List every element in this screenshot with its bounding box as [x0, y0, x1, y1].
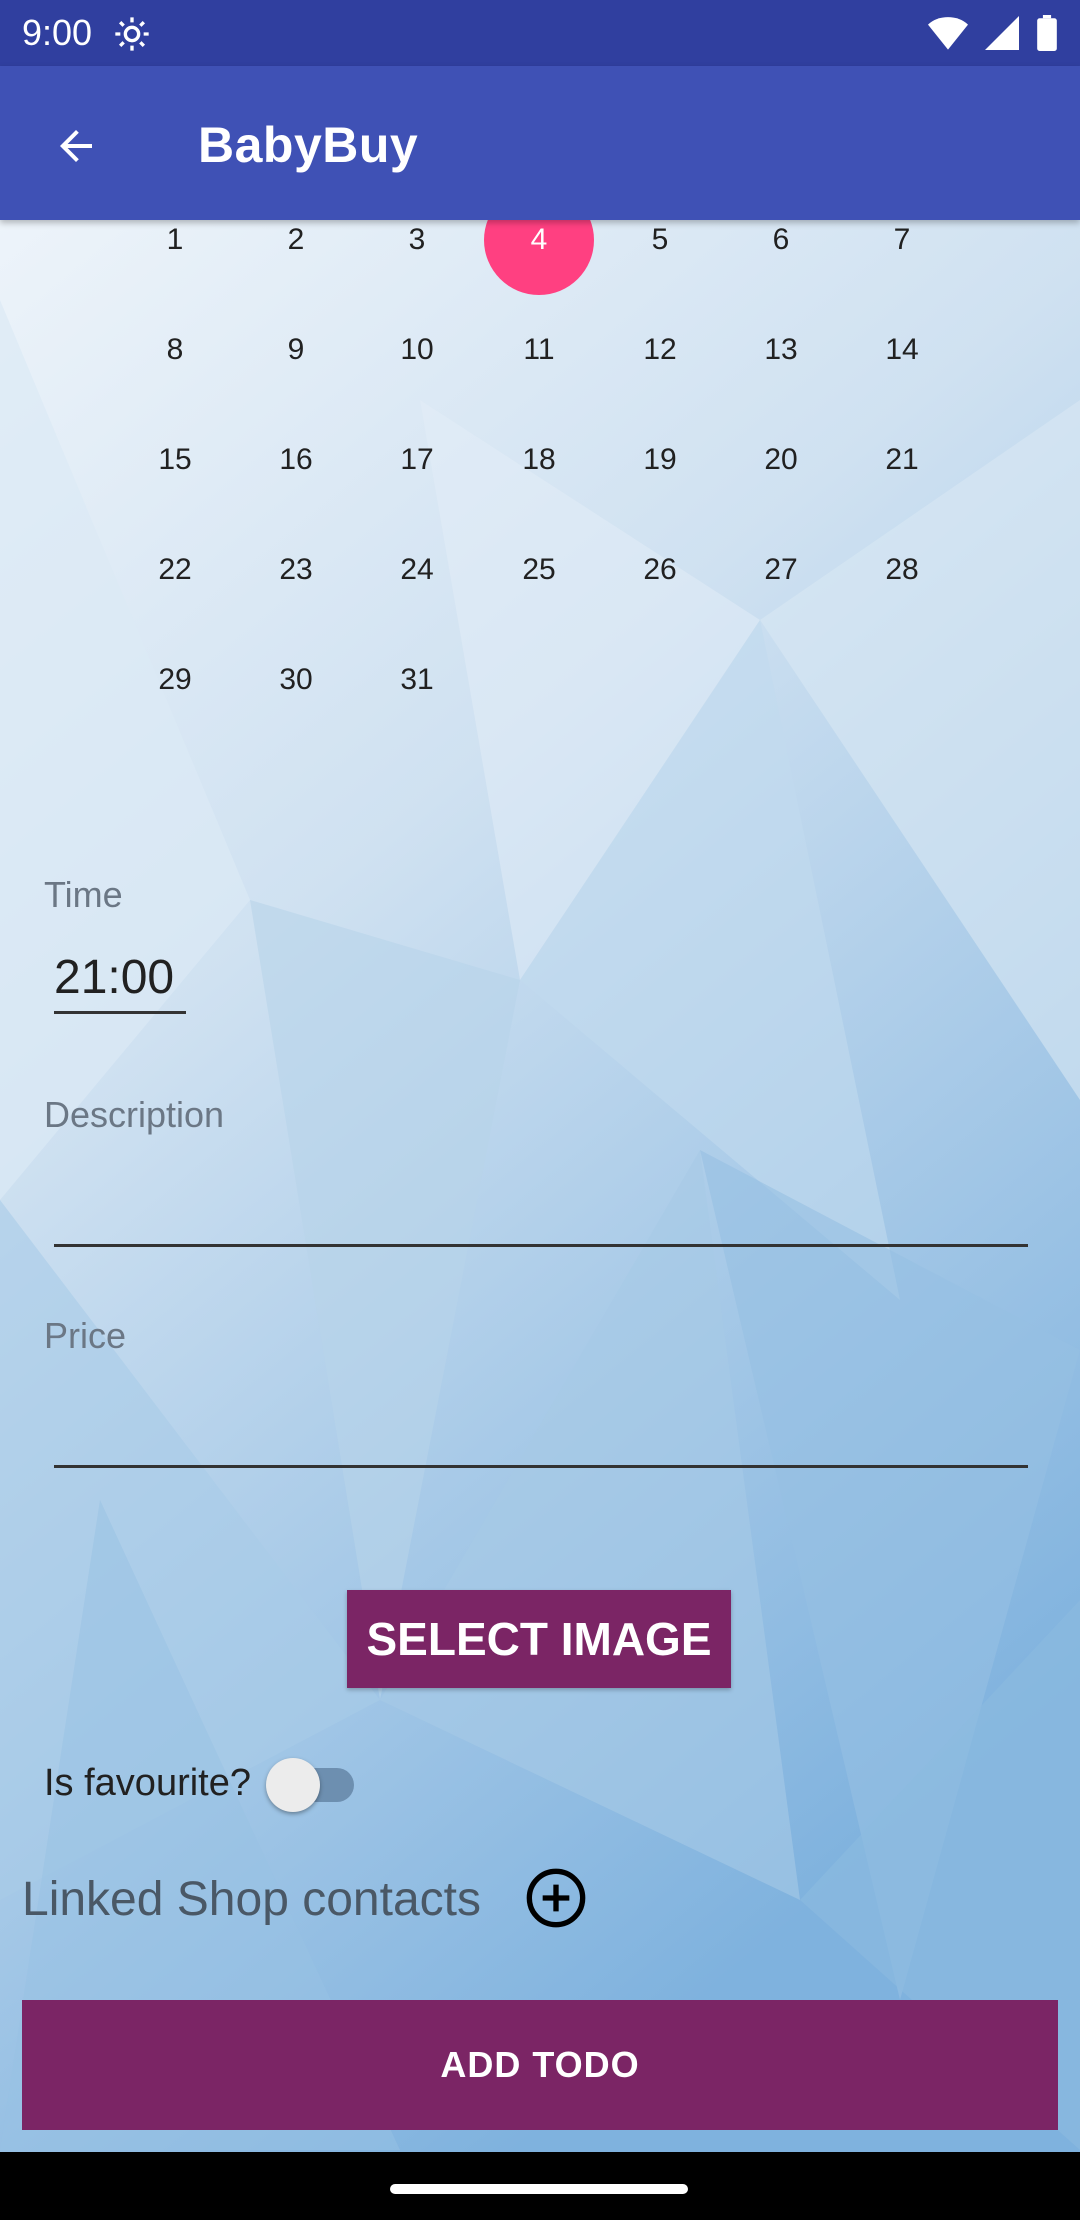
- calendar-day[interactable]: 26: [605, 515, 715, 625]
- calendar-day[interactable]: 25: [484, 515, 594, 625]
- calendar-day[interactable]: 11: [484, 295, 594, 405]
- add-todo-button[interactable]: ADD TODO: [22, 2000, 1058, 2130]
- arrow-back-icon: [60, 130, 92, 162]
- calendar-week-row: 29 30 31: [0, 625, 1080, 735]
- calendar-day[interactable]: 24: [362, 515, 472, 625]
- calendar-day[interactable]: 22: [120, 515, 230, 625]
- price-input[interactable]: [54, 1403, 1028, 1468]
- calendar-day[interactable]: 27: [726, 515, 836, 625]
- description-input[interactable]: [54, 1182, 1028, 1247]
- description-label: Description: [44, 1094, 225, 1135]
- linked-contacts-label: Linked Shop contacts: [22, 1873, 481, 1926]
- app-bar: BabyBuy: [0, 66, 1080, 220]
- calendar-day[interactable]: 23: [241, 515, 351, 625]
- calendar-week-row: 15 16 17 18 19 20 21: [0, 405, 1080, 515]
- calendar-day[interactable]: 12: [605, 295, 715, 405]
- calendar-day[interactable]: 13: [726, 295, 836, 405]
- calendar-day[interactable]: 9: [241, 295, 351, 405]
- calendar-day[interactable]: 15: [120, 405, 230, 515]
- calendar-day[interactable]: 28: [847, 515, 957, 625]
- calendar-day[interactable]: 19: [605, 405, 715, 515]
- time-field[interactable]: 21:00: [54, 950, 186, 1014]
- price-label: Price: [44, 1315, 127, 1356]
- favourite-label: Is favourite?: [44, 1762, 251, 1804]
- calendar-day[interactable]: 31: [362, 625, 472, 735]
- calendar-day[interactable]: 29: [120, 625, 230, 735]
- app-title: BabyBuy: [198, 117, 419, 173]
- gear-icon: [115, 17, 149, 51]
- back-button[interactable]: [40, 110, 112, 182]
- status-time: 9:00: [22, 12, 93, 53]
- calendar-day[interactable]: 20: [726, 405, 836, 515]
- time-label: Time: [44, 874, 123, 915]
- calendar-day[interactable]: 18: [484, 405, 594, 515]
- select-image-button[interactable]: SELECT IMAGE: [347, 1590, 731, 1688]
- calendar-day[interactable]: 8: [120, 295, 230, 405]
- battery-icon: [1037, 15, 1057, 51]
- add-circle-icon[interactable]: [524, 1866, 588, 1930]
- calendar-week-row: 8 9 10 11 12 13 14: [0, 295, 1080, 405]
- status-bar: 9:00: [0, 0, 1080, 66]
- home-indicator[interactable]: [390, 2184, 688, 2194]
- signal-icon: [985, 16, 1019, 50]
- calendar-day[interactable]: 17: [362, 405, 472, 515]
- calendar-day[interactable]: 16: [241, 405, 351, 515]
- calendar-week-row: 22 23 24 25 26 27 28: [0, 515, 1080, 625]
- calendar-day[interactable]: 21: [847, 405, 957, 515]
- favourite-switch-thumb[interactable]: [266, 1758, 320, 1812]
- calendar-day[interactable]: 14: [847, 295, 957, 405]
- wifi-icon: [928, 17, 968, 50]
- calendar-day[interactable]: 30: [241, 625, 351, 735]
- calendar-day[interactable]: 10: [362, 295, 472, 405]
